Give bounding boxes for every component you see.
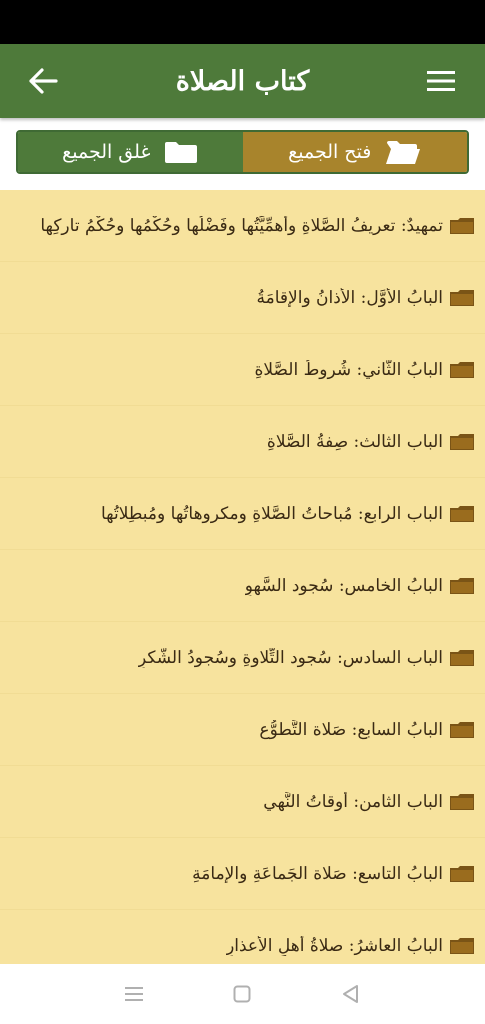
collapse-all-label: غلق الجميع [62,141,151,163]
chapter-item[interactable]: الباب الثالث: صِفةُ الصَّلاةِ [0,406,485,478]
chapter-title: البابُ الأوَّل: الأذانُ والإقامَةُ [256,287,444,308]
folder-icon [450,361,474,378]
collapse-all-button[interactable]: غلق الجميع [18,132,243,172]
chapter-item[interactable]: البابُ الثَّاني: شُروطُ الصَّلاةِ [0,334,485,406]
chapter-item[interactable]: البابُ الأوَّل: الأذانُ والإقامَةُ [0,262,485,334]
expand-all-label: فتح الجميع [288,141,372,163]
chapter-item[interactable]: الباب السادس: سُجود التِّلاوةِ وسُجودُ ا… [0,622,485,694]
chapter-item[interactable]: البابُ السابع: صَلاة التَّطوُّع [0,694,485,766]
app-bar: كتاب الصلاة [0,44,485,118]
chapter-title: البابُ العاشرُ: صلاةُ أهلِ الأعذارِ [226,935,443,956]
chapter-item[interactable]: البابُ العاشرُ: صلاةُ أهلِ الأعذارِ [0,910,485,964]
chapter-title: الباب الثامن: أوقاتُ النَّهي [263,791,443,812]
menu-icon[interactable] [427,70,455,92]
folder-icon [165,142,198,163]
chapter-item[interactable]: الباب الثامن: أوقاتُ النَّهي [0,766,485,838]
chapter-title: البابُ السابع: صَلاة التَّطوُّع [259,719,443,740]
chapter-item[interactable]: البابُ التاسع: صَلاة الجَماعَةِ والإمامَ… [0,838,485,910]
chapter-title: الباب السادس: سُجود التِّلاوةِ وسُجودُ ا… [137,647,443,668]
chapter-title: الباب الرابع: مُباحاتُ الصَّلاةِ ومكروها… [100,503,443,524]
chapter-item[interactable]: تمهيدٌ: تعريفُ الصَّلاةِ وأهمِّيَّتُها و… [0,190,485,262]
chapter-title: البابُ الخامس: سُجود السَّهوِ [244,575,443,596]
chapter-item[interactable]: الباب الرابع: مُباحاتُ الصَّلاةِ ومكروها… [0,478,485,550]
folder-icon [450,577,474,594]
back-button[interactable] [336,979,366,1009]
home-icon [233,985,251,1003]
folder-icon [450,649,474,666]
folder-icon [450,505,474,522]
home-button[interactable] [227,979,257,1009]
open-folder-icon [386,141,421,164]
folder-icon [450,865,474,882]
folder-icon [450,937,474,954]
folder-icon [450,289,474,306]
recents-button[interactable] [119,979,149,1009]
back-arrow-icon[interactable] [28,68,58,94]
system-nav-bar [0,964,485,1024]
status-bar [0,0,485,44]
chapter-item[interactable]: البابُ الخامس: سُجود السَّهوِ [0,550,485,622]
expand-collapse-toggle: غلق الجميع فتح الجميع [16,130,469,174]
recents-icon [125,987,144,1001]
chapter-title: البابُ التاسع: صَلاة الجَماعَةِ والإمامَ… [192,863,443,884]
chapter-title: الباب الثالث: صِفةُ الصَّلاةِ [266,431,443,452]
chapter-title: البابُ الثَّاني: شُروطُ الصَّلاةِ [254,359,443,380]
folder-icon [450,793,474,810]
folder-icon [450,433,474,450]
chapter-title: تمهيدٌ: تعريفُ الصَّلاةِ وأهمِّيَّتُها و… [40,215,443,236]
back-triangle-icon [342,985,358,1003]
chapter-list: تمهيدٌ: تعريفُ الصَّلاةِ وأهمِّيَّتُها و… [0,190,485,964]
page-title: كتاب الصلاة [175,65,310,97]
folder-icon [450,217,474,234]
expand-all-button[interactable]: فتح الجميع [242,132,467,172]
folder-icon [450,721,474,738]
